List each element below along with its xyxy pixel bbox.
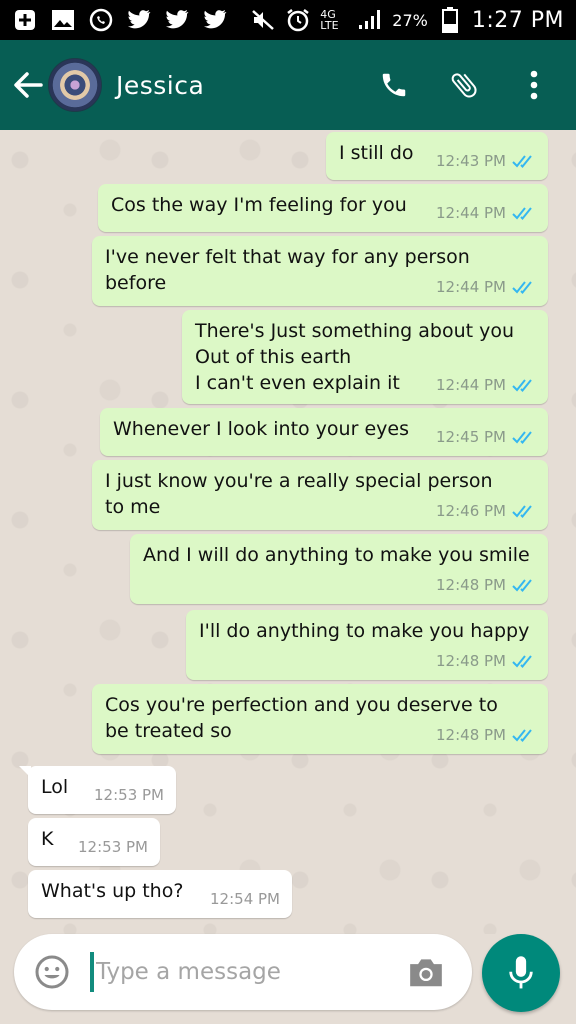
message-bubble[interactable]: Lol 12:53 PM xyxy=(19,766,176,814)
message-bubble[interactable]: And I will do anything to make you smile… xyxy=(130,534,548,604)
read-ticks-icon xyxy=(512,281,532,294)
message-input[interactable] xyxy=(96,959,386,985)
whatsapp-notification-icon xyxy=(88,8,114,32)
message-time: 12:53 PM xyxy=(94,786,164,804)
contact-name[interactable]: Jessica xyxy=(116,71,204,100)
message-time: 12:46 PM xyxy=(436,502,506,520)
message-text: I've never felt that way for any person … xyxy=(105,246,470,294)
message-text: Whenever I look into your eyes xyxy=(113,418,409,440)
status-bar: 4G LTE 27% 1:27 PM xyxy=(0,0,576,40)
message-time: 12:44 PM xyxy=(436,204,506,222)
message-time: 12:48 PM xyxy=(436,726,506,744)
camera-icon[interactable] xyxy=(406,954,446,990)
gallery-notification-icon xyxy=(50,8,76,32)
message-bubble[interactable]: K 12:53 PM xyxy=(28,818,160,866)
overflow-menu-icon[interactable] xyxy=(518,67,550,103)
message-bubble[interactable]: I've never felt that way for any person … xyxy=(92,236,548,306)
message-time: 12:54 PM xyxy=(210,890,280,908)
message-bubble[interactable]: Whenever I look into your eyes 12:45 PM xyxy=(100,408,548,456)
message-composer xyxy=(14,934,472,1010)
phone-call-icon[interactable] xyxy=(378,67,410,103)
message-time: 12:53 PM xyxy=(78,838,148,856)
text-cursor xyxy=(90,952,94,992)
message-text: Cos the way I'm feeling for you xyxy=(111,194,407,216)
read-ticks-icon xyxy=(512,579,532,592)
battery-percent: 27% xyxy=(392,10,428,30)
read-ticks-icon xyxy=(512,431,532,444)
message-text: I still do xyxy=(339,142,414,164)
message-time: 12:44 PM xyxy=(436,278,506,296)
message-text: Lol xyxy=(41,776,69,798)
message-bubble[interactable]: There's Just something about you Out of … xyxy=(182,310,548,404)
message-bubble[interactable]: I still do 12:43 PM xyxy=(326,132,548,180)
chat-header: Jessica xyxy=(0,40,576,130)
mute-icon xyxy=(250,8,276,32)
signal-icon xyxy=(357,8,383,32)
message-text: What's up tho? xyxy=(41,880,184,902)
plus-notification-icon xyxy=(12,8,38,32)
message-text: I'll do anything to make you happy xyxy=(199,620,530,642)
read-ticks-icon xyxy=(512,155,532,168)
back-arrow-icon[interactable] xyxy=(8,65,48,105)
clock: 1:27 PM xyxy=(471,7,564,33)
contact-avatar[interactable] xyxy=(48,58,102,112)
battery-icon xyxy=(437,7,463,33)
read-ticks-icon xyxy=(512,655,532,668)
message-time: 12:48 PM xyxy=(436,652,506,670)
voice-record-button[interactable] xyxy=(482,934,560,1012)
message-time: 12:44 PM xyxy=(436,376,506,394)
message-bubble[interactable]: I'll do anything to make you happy 12:48… xyxy=(186,610,548,680)
read-ticks-icon xyxy=(512,729,532,742)
message-text: I just know you're a really special pers… xyxy=(105,470,493,518)
message-text: And I will do anything to make you smile xyxy=(143,544,530,566)
twitter-notification-icon xyxy=(202,8,228,32)
message-time: 12:45 PM xyxy=(436,428,506,446)
read-ticks-icon xyxy=(512,379,532,392)
twitter-notification-icon xyxy=(164,8,190,32)
message-time: 12:48 PM xyxy=(436,576,506,594)
alarm-icon xyxy=(285,8,311,32)
chat-area[interactable]: I still do 12:43 PM Cos the way I'm feel… xyxy=(0,130,576,934)
bubble-tail xyxy=(19,766,31,778)
read-ticks-icon xyxy=(512,505,532,518)
read-ticks-icon xyxy=(512,207,532,220)
microphone-icon xyxy=(509,956,533,989)
message-time: 12:43 PM xyxy=(436,152,506,170)
attach-paperclip-icon[interactable] xyxy=(448,67,480,103)
message-bubble[interactable]: Cos you're perfection and you deserve to… xyxy=(92,684,548,754)
message-bubble[interactable]: What's up tho? 12:54 PM xyxy=(28,870,292,918)
network-type: 4G LTE xyxy=(320,8,339,32)
twitter-notification-icon xyxy=(126,8,152,32)
message-bubble[interactable]: Cos the way I'm feeling for you 12:44 PM xyxy=(98,184,548,232)
message-bubble[interactable]: I just know you're a really special pers… xyxy=(92,460,548,530)
message-text: K xyxy=(41,828,54,850)
emoji-icon[interactable] xyxy=(32,952,72,992)
